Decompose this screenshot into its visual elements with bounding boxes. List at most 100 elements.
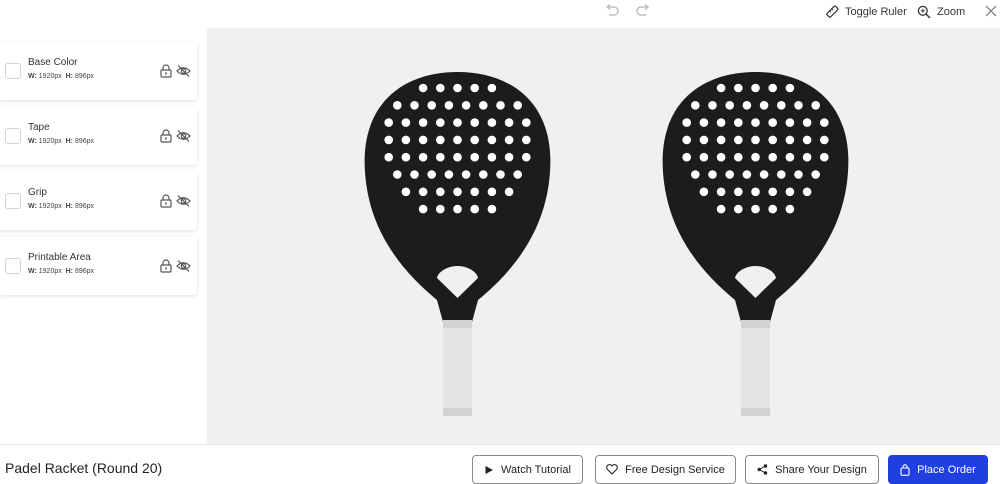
racket-hole (444, 170, 454, 179)
racket-hole (820, 135, 829, 145)
eye-off-icon[interactable] (176, 194, 191, 208)
racket-hole (734, 118, 743, 127)
racket-hole (716, 204, 726, 214)
racket-hole (401, 118, 411, 127)
racket-hole (504, 152, 514, 162)
design-editor: Toggle Ruler Zoom Base Color W: 1920px H… (0, 0, 1000, 484)
racket-hole (768, 152, 777, 162)
racket-hole (759, 170, 769, 179)
racket-grip (741, 320, 770, 416)
layer-checkbox[interactable] (5, 63, 21, 79)
top-toolbar: Toggle Ruler Zoom (0, 0, 1000, 28)
racket-hole (522, 135, 531, 145)
place-order-button[interactable]: Place Order (888, 455, 988, 484)
racket-hole (436, 204, 445, 214)
redo-icon[interactable] (634, 3, 652, 20)
racket-hole (716, 152, 726, 162)
undo-icon[interactable] (603, 3, 621, 20)
racket-hole (384, 118, 393, 127)
racket-hole (427, 101, 436, 110)
racket-hole (453, 152, 462, 162)
racket-hole (436, 187, 445, 197)
free-design-service-button[interactable]: Free Design Service (595, 455, 736, 484)
eye-off-icon[interactable] (176, 64, 191, 78)
racket-front-view[interactable] (360, 72, 555, 418)
racket-hole (768, 187, 777, 197)
racket-hole (453, 135, 462, 145)
racket-hole (768, 83, 777, 93)
racket-hole (487, 83, 497, 93)
racket-hole (742, 170, 752, 179)
shopping-bag-icon (900, 463, 910, 476)
racket-hole (384, 135, 393, 145)
layer-checkbox[interactable] (5, 258, 21, 274)
eye-off-icon[interactable] (176, 259, 191, 273)
racket-hole (716, 83, 726, 93)
racket-hole (461, 101, 471, 110)
racket-hole (734, 83, 743, 93)
layer-tape[interactable]: Tape W: 1920px H: 896px (0, 107, 197, 165)
racket-hole (522, 152, 531, 162)
racket-hole (785, 187, 795, 197)
racket-hole (470, 187, 479, 197)
racket-hole (708, 101, 717, 110)
racket-hole (470, 83, 479, 93)
racket-hole (802, 187, 812, 197)
racket-hole (734, 135, 743, 145)
layer-grip[interactable]: Grip W: 1920px H: 896px (0, 172, 197, 230)
racket-hole (410, 101, 419, 110)
share-your-design-button[interactable]: Share Your Design (745, 455, 879, 484)
racket-hole (820, 118, 829, 127)
racket-hole (725, 101, 734, 110)
racket-hole (751, 152, 760, 162)
share-icon (757, 464, 768, 475)
racket-hole (470, 135, 479, 145)
ruler-icon (826, 5, 839, 18)
racket-hole (487, 118, 497, 127)
racket-hole (716, 118, 726, 127)
layer-base-color[interactable]: Base Color W: 1920px H: 896px (0, 42, 197, 100)
racket-hole (802, 152, 812, 162)
layer-printable-area[interactable]: Printable Area W: 1920px H: 896px (0, 237, 197, 295)
racket-hole (436, 152, 445, 162)
heart-icon (606, 464, 618, 475)
racket-hole (401, 152, 411, 162)
racket-hole (751, 135, 760, 145)
layer-dimensions: W: 1920px H: 896px (28, 268, 95, 275)
toggle-ruler-button[interactable]: Toggle Ruler (825, 3, 907, 21)
racket-hole (802, 118, 812, 127)
layer-name: Printable Area (28, 252, 91, 263)
lock-icon[interactable] (160, 259, 172, 273)
share-your-design-label: Share Your Design (775, 463, 867, 476)
lock-icon[interactable] (160, 194, 172, 208)
watch-tutorial-button[interactable]: Watch Tutorial (472, 455, 583, 484)
racket-hole (716, 135, 726, 145)
lock-icon[interactable] (160, 129, 172, 143)
racket-hole (820, 152, 829, 162)
racket-hole (811, 170, 820, 179)
racket-hole (427, 170, 436, 179)
lock-icon[interactable] (160, 64, 172, 78)
racket-hole (734, 152, 743, 162)
racket-hole (682, 152, 691, 162)
layer-name: Grip (28, 187, 47, 198)
racket-hole (487, 204, 497, 214)
design-canvas[interactable] (207, 28, 1000, 444)
layer-checkbox[interactable] (5, 128, 21, 144)
racket-hole (418, 118, 428, 127)
layer-dimensions: W: 1920px H: 896px (28, 138, 95, 145)
racket-hole (513, 101, 522, 110)
zoom-icon (917, 5, 931, 19)
close-icon[interactable] (983, 3, 999, 19)
racket-hole (751, 204, 760, 214)
layer-name: Base Color (28, 57, 78, 68)
racket-hole (436, 118, 445, 127)
play-icon (485, 465, 494, 474)
layer-checkbox[interactable] (5, 193, 21, 209)
place-order-label: Place Order (917, 463, 976, 476)
layer-name: Tape (28, 122, 50, 133)
eye-off-icon[interactable] (176, 129, 191, 143)
zoom-button[interactable]: Zoom (917, 3, 965, 21)
racket-hole (751, 118, 760, 127)
racket-back-view[interactable] (658, 72, 853, 418)
